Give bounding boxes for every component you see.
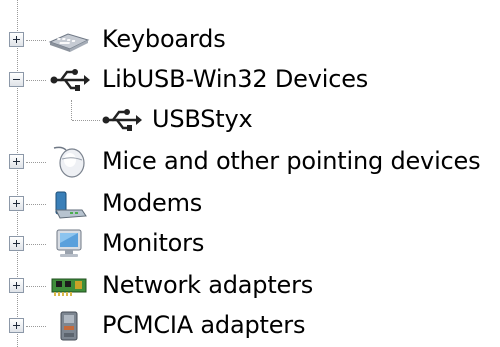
- tree-item-mice[interactable]: Mice and other pointing devices: [0, 142, 500, 182]
- tree-item-label: LibUSB-Win32 Devices: [102, 65, 369, 93]
- pcmcia-icon: [48, 310, 90, 342]
- tree-item-label: PCMCIA adapters: [102, 311, 306, 339]
- expand-toggle-pcmcia-adapters[interactable]: [9, 318, 24, 333]
- tree-connector: [26, 80, 46, 81]
- tree-item-monitors[interactable]: Monitors: [0, 224, 500, 264]
- expand-toggle-network-adapters[interactable]: [9, 278, 24, 293]
- tree-item-usbstyx[interactable]: USBStyx: [0, 100, 500, 140]
- usb-icon: [100, 104, 142, 136]
- tree-item-modems[interactable]: Modems: [0, 184, 500, 224]
- tree-item-label: Mice and other pointing devices: [102, 147, 481, 175]
- collapse-toggle-libusb-win32-devices[interactable]: [9, 72, 24, 87]
- tree-item-label: Modems: [102, 189, 203, 217]
- tree-connector: [71, 100, 72, 120]
- usb-icon: [48, 64, 90, 96]
- mouse-icon: [48, 146, 90, 178]
- tree-item-libusb-win32-devices[interactable]: LibUSB-Win32 Devices: [0, 60, 500, 100]
- expand-toggle-mice[interactable]: [9, 154, 24, 169]
- modem-icon: [48, 188, 90, 220]
- tree-item-label: Network adapters: [102, 271, 314, 299]
- keyboard-icon: [48, 24, 90, 56]
- tree-item-pcmcia-adapters[interactable]: PCMCIA adapters: [0, 306, 500, 346]
- network-adapter-icon: [48, 270, 90, 302]
- device-tree: Keyboards LibUSB-Win32 Devices USBStyx M…: [0, 0, 500, 347]
- expand-toggle-keyboards[interactable]: [9, 32, 24, 47]
- tree-item-network-adapters[interactable]: Network adapters: [0, 266, 500, 306]
- tree-connector: [26, 244, 46, 245]
- tree-connector: [26, 286, 46, 287]
- tree-item-label: USBStyx: [152, 105, 253, 133]
- tree-item-keyboards[interactable]: Keyboards: [0, 20, 500, 60]
- tree-item-label: Monitors: [102, 229, 205, 257]
- tree-connector: [26, 326, 46, 327]
- tree-connector: [26, 204, 46, 205]
- expand-toggle-monitors[interactable]: [9, 236, 24, 251]
- monitor-icon: [48, 228, 90, 260]
- tree-connector: [26, 162, 46, 163]
- expand-toggle-modems[interactable]: [9, 196, 24, 211]
- tree-connector: [26, 40, 46, 41]
- tree-connector: [72, 120, 100, 121]
- tree-item-label: Keyboards: [102, 25, 226, 53]
